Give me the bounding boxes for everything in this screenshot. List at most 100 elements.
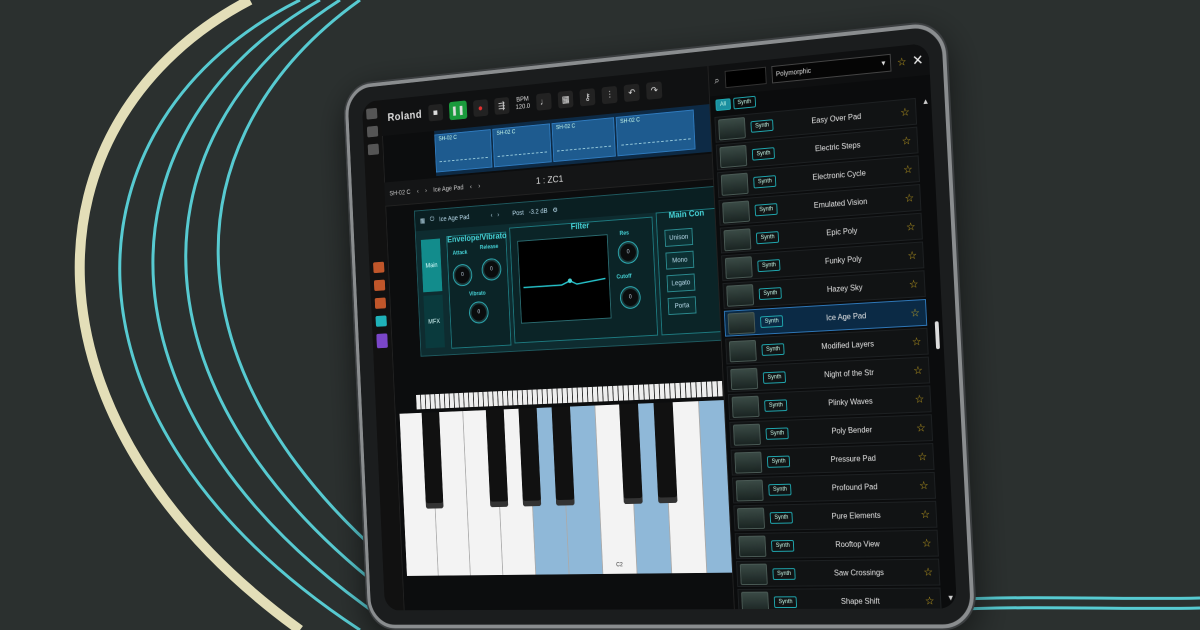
preset-star-icon[interactable]: ☆ [916,421,926,434]
search-input[interactable] [724,66,767,89]
mono-button[interactable]: Mono [665,250,695,270]
release-knob[interactable]: 0 [482,258,501,281]
track-clip[interactable]: SH-02 C [492,123,552,168]
tab-main[interactable]: Main [420,238,443,293]
track-clip[interactable]: SH-02 C [615,109,696,157]
preset-star-icon[interactable]: ☆ [907,249,917,263]
filter-all-chip[interactable]: All [715,98,731,112]
preset-tag[interactable]: Synth [764,398,788,412]
track-clip[interactable]: SH-02 C [434,129,493,173]
preset-tag[interactable]: Synth [765,426,790,440]
loop-icon[interactable]: ⇶ [493,96,510,115]
grid-icon[interactable] [366,107,378,120]
preset-tag[interactable]: Synth [755,230,780,244]
preset-tag[interactable]: Synth [766,455,791,468]
preset-star-icon[interactable]: ☆ [904,191,914,205]
preset-star-icon[interactable]: ☆ [914,393,925,406]
cutoff-knob[interactable]: 0 [620,286,641,309]
preset-tag[interactable]: Synth [762,370,787,384]
preset-row[interactable]: Synth Pure Elements ☆ [733,500,938,532]
instrument-slot-icon[interactable] [373,261,385,274]
preset-star-icon[interactable]: ☆ [909,278,919,291]
preset-star-icon[interactable]: ☆ [923,566,933,579]
preset-star-icon[interactable]: ☆ [919,479,929,492]
preset-row[interactable]: Synth Saw Crossings ☆ [736,558,941,588]
res-knob[interactable]: 0 [618,241,639,264]
key-icon[interactable]: ⚷ [579,88,596,107]
stop-button[interactable]: ■ [427,103,443,122]
vibrato-knob[interactable]: 0 [469,301,489,324]
track-clip[interactable]: SH-02 C [551,117,616,163]
unison-button[interactable]: Unison [664,227,694,247]
preset-row[interactable]: Synth Pressure Pad ☆ [730,443,935,476]
bpm-value: 120.0 [515,103,531,111]
add-icon[interactable] [367,143,380,156]
filter-display[interactable] [517,234,612,324]
preset-tag[interactable]: Synth [770,539,795,552]
preset-star-icon[interactable]: ☆ [922,537,932,550]
instrument-slot-icon[interactable] [374,297,387,309]
preset-star-icon[interactable]: ☆ [910,306,920,319]
record-button[interactable]: ● [472,99,489,118]
prev-preset-icon[interactable]: ‹ [470,184,472,191]
next-preset-icon[interactable]: › [478,183,480,190]
preset-tag[interactable]: Synth [772,567,796,580]
preset-tag[interactable]: Synth [758,286,783,300]
preset-star-icon[interactable]: ☆ [920,508,930,521]
preset-tag[interactable]: Synth [750,118,774,133]
porta-button[interactable]: Porta [667,296,697,316]
favorite-star-icon[interactable]: ☆ [897,55,907,69]
undo-icon[interactable]: ↶ [623,83,641,103]
fx-icon[interactable]: ⚙ [552,206,558,214]
synth-slot-icon[interactable] [376,333,388,349]
grid-view-icon[interactable]: ▦ [420,217,426,225]
wifi-icon[interactable] [375,315,387,327]
preset-tag[interactable]: Synth [757,258,781,272]
power-icon[interactable]: ⏻ [430,216,435,224]
preset-star-icon[interactable]: ☆ [900,105,910,119]
attack-knob[interactable]: 0 [453,264,472,286]
pause-button[interactable]: ❚❚ [448,100,468,121]
preset-tag[interactable]: Synth [751,146,776,161]
preset-tag[interactable]: Synth [754,202,778,216]
preset-star-icon[interactable]: ☆ [917,450,927,463]
preset-tag[interactable]: Synth [760,314,784,328]
sequencer-icon[interactable]: ▦ [557,90,574,109]
preset-tag[interactable]: Synth [753,174,777,189]
bpm-display[interactable]: BPM 120.0 [515,96,531,112]
preset-star-icon[interactable]: ☆ [906,220,916,234]
preset-tag[interactable]: Synth [773,595,798,608]
preset-tag[interactable]: Synth [768,483,792,496]
preset-tag[interactable]: Synth [761,342,785,356]
preset-row[interactable]: Synth Profound Pad ☆ [731,471,936,504]
filter-synth-chip[interactable]: Synth [732,95,757,110]
preset-star-icon[interactable]: ☆ [925,595,935,608]
instrument-name[interactable]: Ice Age Pad [433,184,464,193]
preset-row[interactable]: Synth Poly Bender ☆ [729,414,934,448]
redo-icon[interactable]: ↷ [646,81,663,100]
tab-mfx[interactable]: MFX [423,294,445,349]
keyboard-icon[interactable] [366,125,379,138]
category-dropdown[interactable]: Polymorphic ▼ [770,53,892,84]
panel-preset-name[interactable]: Ice Age Pad [439,214,470,223]
metronome-icon[interactable]: ♩ [536,92,552,111]
scrollbar-thumb[interactable] [934,321,940,350]
preset-row[interactable]: Synth Shape Shift ☆ [737,587,942,610]
preset-star-icon[interactable]: ☆ [912,335,922,348]
preset-star-icon[interactable]: ☆ [901,134,912,148]
close-icon[interactable]: ✕ [912,51,924,69]
left-instrument-label[interactable]: SH-02 C [389,189,410,197]
next-icon[interactable]: › [497,211,499,218]
search-icon[interactable]: ⌕ [714,75,719,86]
preset-star-icon[interactable]: ☆ [903,163,913,177]
preset-tag[interactable]: Synth [769,511,794,524]
scroll-down-icon[interactable]: ▼ [947,593,955,602]
prev-icon[interactable]: ‹ [490,212,492,219]
legato-button[interactable]: Legato [666,273,696,293]
preset-star-icon[interactable]: ☆ [913,364,923,377]
mixer-icon[interactable]: ⫶ [601,85,618,105]
instrument-slot-icon[interactable] [373,279,386,292]
prev-instrument-icon[interactable]: ‹ [417,188,419,194]
preset-row[interactable]: Synth Rooftop View ☆ [734,529,939,560]
next-instrument-icon[interactable]: › [425,187,427,193]
